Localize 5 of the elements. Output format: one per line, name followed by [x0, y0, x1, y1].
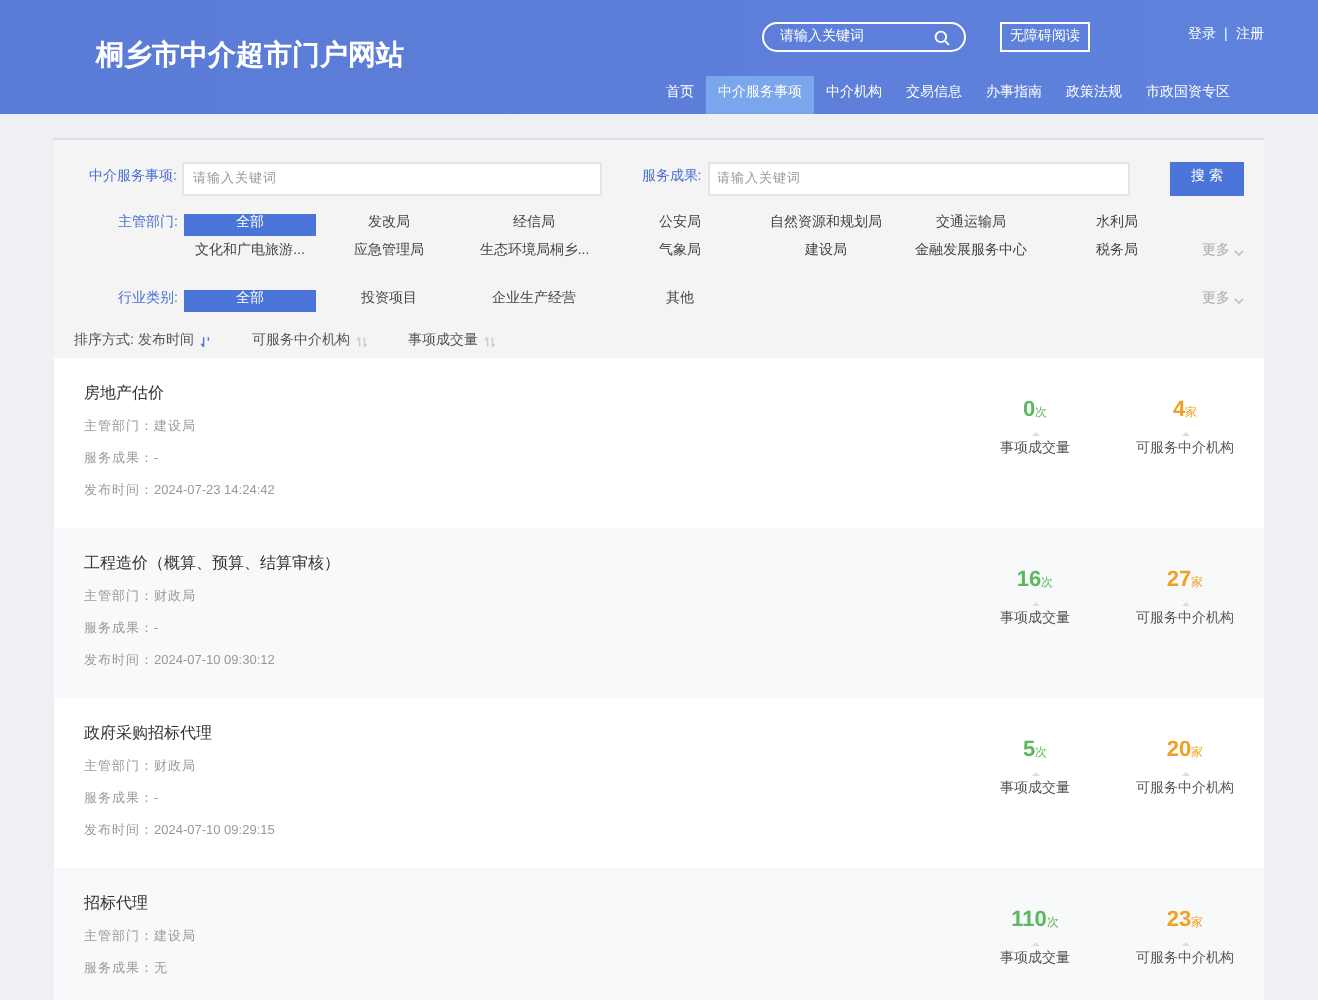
item-title[interactable]: 工程造价（概算、预算、结算审核）: [84, 552, 1000, 578]
item-title[interactable]: 招标代理: [84, 892, 1000, 918]
item-title[interactable]: 房地产估价: [84, 382, 1000, 408]
item-title[interactable]: 政府采购招标代理: [84, 722, 1000, 748]
site-title: 桐乡市中介超市门户网站: [96, 36, 404, 74]
